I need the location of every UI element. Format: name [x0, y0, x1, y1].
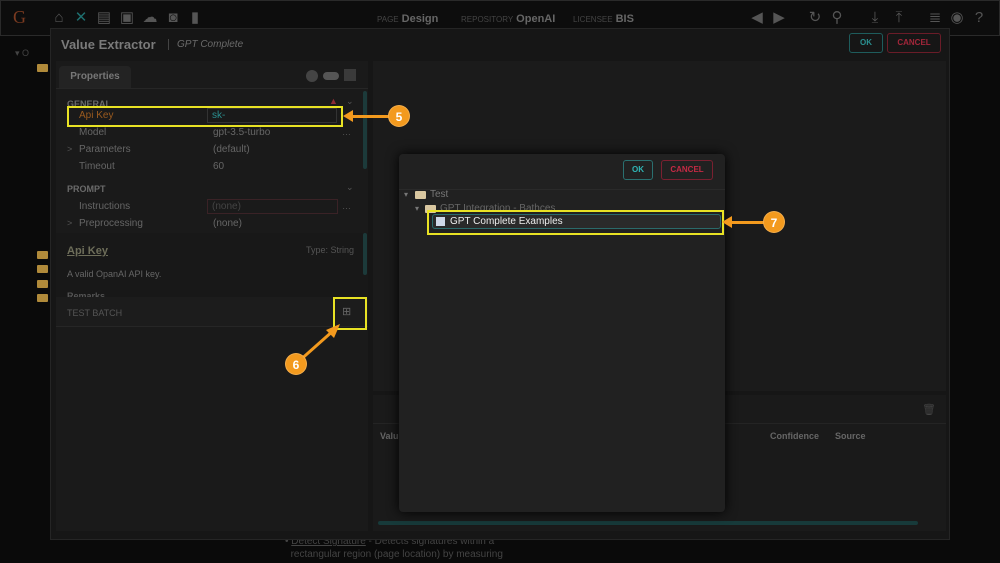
breadcrumb-page: PAGE Design: [377, 13, 439, 25]
modal-ok-button[interactable]: OK: [849, 33, 883, 53]
highlight-gpt-complete-examples: [427, 210, 724, 235]
expand-parameters-icon[interactable]: >: [67, 144, 72, 154]
breadcrumb-licensee: LICENSEE BIS: [573, 13, 634, 25]
callout-arrow: [350, 115, 390, 118]
help-scrollbar[interactable]: [363, 233, 367, 275]
toggle-switch[interactable]: [323, 72, 339, 80]
scrollbar[interactable]: [363, 91, 367, 169]
download-icon[interactable]: ⤓: [867, 10, 883, 26]
refresh-icon[interactable]: ↻: [807, 10, 823, 26]
help-description: A valid OpanAI API key.: [67, 269, 162, 279]
play-box-icon[interactable]: ▣: [119, 10, 135, 26]
prop-label-preprocessing: Preprocessing: [79, 218, 143, 229]
column-source[interactable]: Source: [835, 431, 866, 441]
user-icon[interactable]: ◉: [949, 10, 965, 26]
collapse-general-icon[interactable]: ⌄: [346, 96, 354, 107]
tab-properties[interactable]: Properties: [59, 66, 131, 88]
home-icon[interactable]: ⌂: [51, 10, 67, 26]
collapse-prompt-icon[interactable]: ⌄: [346, 182, 354, 193]
test-batch-label: TEST BATCH: [67, 308, 123, 318]
upload-icon[interactable]: ⤒: [891, 10, 907, 26]
instructions-more-button[interactable]: …: [342, 201, 351, 211]
breadcrumb-repository: REPOSITORY OpenAI: [461, 13, 556, 25]
warning-icon: ▲: [329, 96, 338, 106]
modal-subtitle: GPT Complete: [168, 39, 243, 50]
section-prompt: PROMPT: [67, 184, 106, 194]
batch-select-dialog: OK CANCEL ▾ Test ▾ GPT Integration - Bat…: [399, 154, 725, 512]
folder-icon: [37, 64, 48, 72]
help-type: Type: String: [305, 245, 354, 255]
folder-icon: [37, 251, 48, 259]
chart-icon[interactable]: ▮: [187, 10, 203, 26]
folder-open-icon: [415, 191, 426, 199]
arrow-head: [343, 110, 353, 122]
horizontal-scrollbar[interactable]: [378, 521, 918, 525]
parameters-value[interactable]: (default): [213, 144, 250, 155]
search-icon[interactable]: ⚲: [829, 10, 845, 26]
back-icon[interactable]: ◀: [749, 10, 765, 26]
database-icon[interactable]: ≣: [927, 10, 943, 26]
expand-gpt-integration-icon[interactable]: ▾: [415, 204, 419, 213]
callout-6: 6: [285, 353, 307, 375]
preprocessing-value[interactable]: (none): [213, 218, 242, 229]
app-logo: G: [13, 7, 26, 27]
run-icon[interactable]: [306, 70, 318, 82]
model-more-button[interactable]: …: [342, 127, 351, 137]
folder-icon: [37, 280, 48, 288]
dialog-cancel-button[interactable]: CANCEL: [661, 160, 713, 180]
dialog-ok-button[interactable]: OK: [623, 160, 653, 180]
help-title: Api Key: [67, 245, 108, 257]
prop-label-model: Model: [79, 127, 107, 138]
timeout-value[interactable]: 60: [213, 161, 224, 172]
tools-icon[interactable]: ✕: [73, 10, 89, 26]
modal-title: Value Extractor: [61, 37, 156, 52]
highlight-api-key: [67, 106, 343, 127]
folder-icon: [37, 294, 48, 302]
briefcase-clock-icon[interactable]: ◙: [165, 10, 181, 26]
callout-5: 5: [388, 105, 410, 127]
forward-icon[interactable]: ▶: [771, 10, 787, 26]
properties-panel: Properties GENERAL ▲ ⌄ Api Key sk-HeDF5J…: [56, 61, 368, 531]
prop-label-timeout: Timeout: [79, 161, 115, 172]
folder-icon: [37, 265, 48, 273]
help-icon[interactable]: ?: [971, 10, 987, 26]
model-value[interactable]: gpt-3.5-turbo: [213, 127, 270, 138]
prop-label-parameters: Parameters: [79, 144, 131, 155]
archive-icon[interactable]: ▤: [96, 10, 112, 26]
column-value[interactable]: Valu: [380, 431, 399, 441]
help-panel: Api Key Type: String A valid OpanAI API …: [56, 233, 368, 297]
chart-icon[interactable]: [344, 69, 356, 81]
modal-cancel-button[interactable]: CANCEL: [887, 33, 941, 53]
prop-label-instructions: Instructions: [79, 201, 131, 212]
trash-icon[interactable]: 🗑: [922, 403, 936, 416]
instructions-input[interactable]: (none): [207, 199, 338, 214]
cloud-upload-icon[interactable]: ☁: [142, 10, 158, 26]
tree-item-test[interactable]: Test: [430, 189, 448, 200]
callout-arrow: [730, 221, 766, 224]
background-tree: ▾ O: [15, 48, 30, 58]
expand-preprocessing-icon[interactable]: >: [67, 218, 72, 228]
column-confidence[interactable]: Confidence: [770, 431, 819, 441]
callout-7: 7: [763, 211, 785, 233]
expand-test-icon[interactable]: ▾: [404, 190, 408, 199]
